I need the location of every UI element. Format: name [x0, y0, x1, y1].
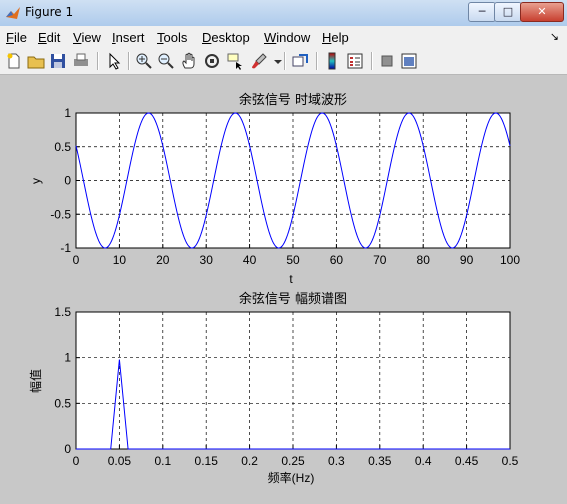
menu-insert-label: nsert	[115, 30, 145, 45]
menu-overflow-icon[interactable]: ↘	[550, 30, 559, 43]
top-x-tick-label: 80	[417, 253, 431, 267]
toolbar-separator	[284, 52, 286, 70]
top-y-tick-label: -1	[60, 241, 71, 255]
menu-view[interactable]: View	[73, 30, 101, 45]
top-x-tick-label: 30	[200, 253, 214, 267]
save-icon[interactable]	[48, 51, 68, 71]
print-icon[interactable]	[71, 51, 91, 71]
bottom-chart-title: 余弦信号 幅频谱图	[239, 291, 347, 307]
bottom-y-tick-label: 0.5	[54, 396, 71, 410]
menu-help-mnemonic: H	[322, 30, 332, 45]
figure-window: Figure 1 ─ □ ✕ File Edit View Insert Too…	[0, 0, 567, 504]
menu-view-label: iew	[81, 30, 101, 45]
bottom-y-tick-label: 0	[64, 442, 71, 456]
menu-window-label: indow	[276, 30, 311, 45]
top-y-tick-label: 0.5	[54, 140, 71, 154]
bottom-x-tick-label: 0	[73, 454, 80, 468]
menu-tools-label: ools	[163, 30, 188, 45]
menu-file-mnemonic: F	[6, 30, 14, 45]
toolbar-separator	[371, 52, 373, 70]
menu-tools[interactable]: Tools	[157, 30, 187, 45]
figure-toolbar	[0, 48, 567, 75]
new-figure-icon[interactable]	[4, 51, 24, 71]
minimize-button[interactable]: ─	[468, 2, 496, 22]
hide-plot-tools-icon[interactable]	[377, 51, 397, 71]
maximize-button[interactable]: □	[494, 2, 522, 22]
close-button[interactable]: ✕	[520, 2, 564, 22]
top-x-tick-label: 0	[73, 253, 80, 267]
bottom-x-tick-label: 0.3	[328, 454, 345, 468]
menu-edit-label: dit	[46, 30, 61, 45]
top-y-tick-label: -0.5	[50, 207, 71, 221]
show-plot-tools-icon[interactable]	[399, 51, 419, 71]
data-cursor-icon[interactable]	[225, 51, 245, 71]
bottom-x-tick-label: 0.5	[502, 454, 519, 468]
bottom-x-tick-label: 0.15	[195, 454, 219, 468]
open-file-icon[interactable]	[26, 51, 46, 71]
bottom-y-axis-label: 幅值	[28, 369, 43, 393]
insert-colorbar-icon[interactable]	[322, 51, 342, 71]
menu-desktop[interactable]: Desktop	[202, 30, 250, 45]
insert-legend-icon[interactable]	[345, 51, 365, 71]
menu-edit-mnemonic: E	[38, 30, 47, 45]
bottom-x-tick-label: 0.45	[455, 454, 479, 468]
bottom-y-tick-label: 1.5	[54, 305, 71, 319]
toolbar-separator	[97, 52, 99, 70]
top-x-tick-label: 40	[243, 253, 257, 267]
toolbar-separator	[128, 52, 130, 70]
menu-file-label: ile	[13, 30, 27, 45]
top-x-tick-label: 10	[113, 253, 127, 267]
top-x-tick-label: 90	[460, 253, 474, 267]
toolbar-separator	[316, 52, 318, 70]
figure-canvas[interactable]: 余弦信号 时域波形 余弦信号 幅频谱图 t y 频率(Hz) 幅值 0 10 20 3…	[0, 75, 567, 504]
top-x-tick-label: 60	[330, 253, 344, 267]
bottom-x-tick-label: 0.35	[368, 454, 392, 468]
pan-icon[interactable]	[179, 51, 199, 71]
bottom-x-tick-label: 0.25	[281, 454, 305, 468]
menu-bar: File Edit View Insert Tools Desktop Wind…	[0, 26, 567, 49]
menu-insert[interactable]: Insert	[112, 30, 145, 45]
top-y-tick-label: 0	[64, 174, 71, 188]
top-x-tick-label: 100	[500, 253, 520, 267]
menu-window[interactable]: Window	[264, 30, 310, 45]
zoom-out-icon[interactable]	[156, 51, 176, 71]
top-x-axis-label: t	[289, 272, 293, 286]
matlab-logo-icon	[6, 7, 20, 19]
bottom-x-tick-label: 0.2	[241, 454, 258, 468]
top-x-tick-label: 70	[373, 253, 387, 267]
top-y-tick-label: 1	[64, 106, 71, 120]
menu-edit[interactable]: Edit	[38, 30, 60, 45]
rotate-3d-icon[interactable]	[202, 51, 222, 71]
edit-plot-icon[interactable]	[104, 51, 124, 71]
menu-desktop-label: esktop	[211, 30, 250, 45]
top-x-tick-label: 50	[286, 253, 300, 267]
title-bar[interactable]: Figure 1 ─ □ ✕	[0, 0, 567, 27]
menu-file[interactable]: File	[6, 30, 27, 45]
bottom-y-tick-label: 1	[64, 351, 71, 365]
top-chart-title: 余弦信号 时域波形	[239, 92, 347, 108]
menu-help[interactable]: Help	[322, 30, 349, 45]
bottom-x-tick-label: 0.05	[108, 454, 132, 468]
link-plot-icon[interactable]	[290, 51, 310, 71]
top-y-axis-label: y	[29, 178, 43, 184]
figure-charts: 余弦信号 时域波形 余弦信号 幅频谱图 t y 频率(Hz) 幅值 0 10 20 3…	[28, 92, 520, 485]
zoom-in-icon[interactable]	[134, 51, 154, 71]
brush-icon[interactable]	[249, 51, 269, 71]
window-title: Figure 1	[25, 5, 74, 19]
menu-window-mnemonic: W	[264, 30, 277, 45]
top-x-tick-label: 20	[156, 253, 170, 267]
menu-desktop-mnemonic: D	[202, 30, 212, 45]
bottom-x-axis-label: 频率(Hz)	[268, 470, 315, 485]
menu-help-label: elp	[331, 30, 349, 45]
bottom-x-tick-label: 0.4	[415, 454, 432, 468]
bottom-x-tick-label: 0.1	[154, 454, 171, 468]
brush-dropdown-icon[interactable]	[268, 51, 282, 71]
